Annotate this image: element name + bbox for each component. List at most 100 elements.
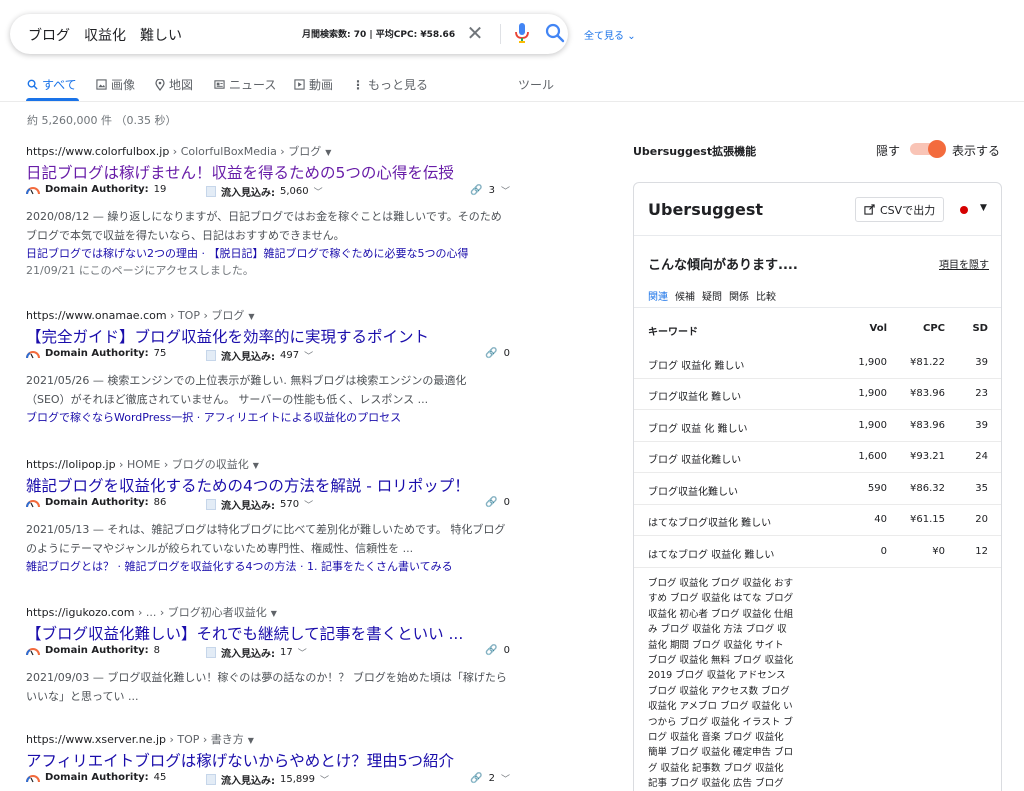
backlinks[interactable]: 🔗 0	[485, 348, 510, 359]
vol-cell: 1,900	[858, 420, 887, 431]
tab-news[interactable]: ニュース	[214, 76, 276, 93]
da-value: 86	[153, 497, 167, 508]
keyword-subtabs: 関連 候補 疑問 関係 比較	[648, 288, 776, 303]
sd-cell: 23	[975, 388, 988, 399]
result-sitelinks[interactable]: ブログで稼ぐならWordPress一択 · アフィリエイトによる収益化のプロセス	[26, 409, 518, 427]
traffic-estimate[interactable]: 流入見込み: 570 ﹀	[206, 497, 313, 512]
traffic-estimate[interactable]: 流入見込み: 15,899 ﹀	[206, 772, 329, 787]
snippet-line: ブログで本気で収益を得たいなら、日記はおすすめできません。	[26, 229, 345, 242]
tab-images[interactable]: 画像	[96, 76, 135, 93]
traffic-chart-icon	[206, 774, 216, 785]
extension-title: Ubersuggest拡張機能	[633, 145, 757, 158]
gauge-icon	[26, 350, 40, 358]
keyword-cell: ブログ収益化難しい	[648, 487, 738, 498]
backlinks[interactable]: 🔗 2 ﹀	[470, 772, 510, 785]
col-header-vol: Vol	[869, 323, 888, 334]
clear-icon[interactable]: ✕	[465, 23, 485, 43]
dropdown-arrow-icon[interactable]: ▼	[980, 203, 987, 213]
result-title[interactable]: 【ブログ収益化難しい】それでも継続して記事を書くといい ...	[26, 622, 518, 644]
result-snippet: 2020/08/12 — 繰り返しになりますが、日記ブログではお金を稼ぐことは難…	[26, 207, 518, 245]
caret-down-icon[interactable]: ▼	[325, 148, 331, 157]
result-title[interactable]: 雑記ブログを収益化するための4つの方法を解説 - ロリポップ！	[26, 474, 518, 496]
caret-down-icon[interactable]: ▼	[271, 609, 277, 618]
subtab-questions[interactable]: 疑問	[702, 288, 722, 303]
chevron-down-icon: ﹀	[304, 352, 314, 362]
traffic-estimate[interactable]: 流入見込み: 5,060 ﹀	[206, 184, 323, 199]
result-url[interactable]: https://www.xserver.ne.jp › TOP › 書き方 ▼	[26, 731, 518, 747]
tab-more[interactable]: ⋮ もっと見る	[352, 76, 428, 93]
search-input[interactable]: ブログ 収益化 難しい	[28, 25, 182, 45]
traffic-value: 17	[280, 647, 293, 658]
subtab-prepositions[interactable]: 関係	[729, 288, 749, 303]
caret-down-icon[interactable]: ▼	[253, 461, 259, 470]
keyword-row[interactable]: はてなブログ収益化 難しい 40 ¥61.15 20	[634, 505, 1001, 536]
sd-cell: 39	[975, 420, 988, 431]
traffic-estimate[interactable]: 流入見込み: 17 ﹀	[206, 645, 307, 660]
da-label: Domain Authority:	[45, 645, 149, 656]
tab-images-label: 画像	[111, 78, 136, 92]
da-value: 8	[153, 645, 161, 656]
keyword-row[interactable]: ブログ収益化難しい 590 ¥86.32 35	[634, 474, 1001, 505]
keyword-row[interactable]: ブログ 収益 化 難しい 1,900 ¥83.96 39	[634, 411, 1001, 442]
result-title[interactable]: 日記ブログは稼げません！収益を得るための5つの心得を伝授	[26, 161, 518, 183]
tab-more-label: もっと見る	[368, 78, 429, 92]
traffic-label: 流入見込み:	[221, 501, 275, 512]
microphone-icon[interactable]	[512, 22, 532, 44]
see-all-link[interactable]: 全て見る ⌄	[584, 27, 636, 42]
ubersuggest-logo: Ubersuggest	[648, 200, 764, 219]
caret-down-icon[interactable]: ▼	[248, 736, 254, 745]
search-icon[interactable]	[544, 22, 566, 44]
visited-note: 21/09/21 にこのページにアクセスしました。	[26, 264, 254, 277]
traffic-estimate[interactable]: 流入見込み: 497 ﹀	[206, 348, 313, 363]
tab-tools[interactable]: ツール	[518, 76, 554, 93]
trend-title: こんな傾向があります....	[648, 258, 798, 273]
keyword-cloud: ブログ 収益化 ブログ 収益化 おすすめ ブログ 収益化 はてな ブログ 収益化…	[648, 578, 794, 790]
da-label: Domain Authority:	[45, 772, 149, 783]
snippet-line: 2021/05/26 — 検索エンジンでの上位表示が難しい. 無料ブログは検索エ…	[26, 374, 467, 387]
domain-authority: Domain Authority: 86	[26, 497, 166, 508]
backlinks[interactable]: 🔗 0	[485, 497, 510, 508]
result-domain: https://www.onamae.com	[26, 309, 167, 322]
keyword-row[interactable]: ブログ 収益化 難しい 1,900 ¥81.22 39	[634, 348, 1001, 379]
result-url[interactable]: https://www.onamae.com › TOP › ブログ ▼	[26, 307, 518, 323]
show-label[interactable]: 表示する	[952, 142, 1000, 159]
search-bar[interactable]: ブログ 収益化 難しい 月間検索数: 70 | 平均CPC: ¥58.66 ✕	[10, 14, 568, 54]
result-url[interactable]: https://lolipop.jp › HOME › ブログの収益化 ▼	[26, 456, 518, 472]
csv-export-button[interactable]: CSVで出力	[855, 197, 945, 222]
sd-cell: 35	[975, 483, 988, 494]
keyword-row[interactable]: ブログ 収益化難しい 1,600 ¥93.21 24	[634, 442, 1001, 473]
visibility-toggle[interactable]	[910, 140, 946, 158]
result-sitelinks[interactable]: 日記ブログでは稼げない2つの理由 · 【脱日記】雑記ブログで稼ぐために必要な5つ…	[26, 245, 518, 263]
result-domain: https://www.colorfulbox.jp	[26, 145, 170, 158]
domain-authority: Domain Authority: 45	[26, 772, 166, 783]
traffic-chart-icon	[206, 647, 216, 658]
result-title[interactable]: アフィリエイトブログは稼げないからやめとけ？理由5つ紹介	[26, 749, 518, 771]
tab-all[interactable]: すべて	[27, 76, 77, 93]
tab-videos[interactable]: 動画	[294, 76, 333, 93]
caret-down-icon[interactable]: ▼	[248, 312, 254, 321]
ubersuggest-panel: Ubersuggest CSVで出力 ▼ こんな傾向があります.... 項目を隠…	[633, 182, 1002, 791]
result-url[interactable]: https://igukozo.com › ... › ブログ初心者収益化 ▼	[26, 604, 518, 620]
result-url[interactable]: https://www.colorfulbox.jp › ColorfulBox…	[26, 143, 518, 159]
hide-label[interactable]: 隠す	[876, 142, 900, 159]
da-label: Domain Authority:	[45, 348, 149, 359]
tabs-divider	[0, 101, 1024, 102]
backlinks[interactable]: 🔗 0	[485, 645, 510, 656]
subtab-comparisons[interactable]: 比較	[756, 288, 776, 303]
subtab-suggest[interactable]: 候補	[675, 288, 695, 303]
result-sitelinks[interactable]: 雑記ブログとは？ · 雑記ブログを収益化する4つの方法 · 1. 記事をたくさん…	[26, 558, 518, 576]
result-title[interactable]: 【完全ガイド】ブログ収益化を効率的に実現するポイント	[26, 325, 518, 347]
tab-videos-label: 動画	[309, 78, 334, 92]
sd-cell: 20	[975, 514, 988, 525]
link-icon: 🔗	[485, 497, 498, 508]
traffic-label: 流入見込み:	[221, 649, 275, 660]
keyword-row[interactable]: ブログ収益化 難しい 1,900 ¥83.96 23	[634, 379, 1001, 410]
traffic-label: 流入見込み:	[221, 188, 275, 199]
keyword-row[interactable]: はてなブログ 収益化 難しい 0 ¥0 12	[634, 537, 1001, 568]
subtab-related[interactable]: 関連	[648, 288, 668, 303]
tab-maps[interactable]: 地図	[155, 76, 193, 93]
hide-items-link[interactable]: 項目を隠す	[939, 256, 989, 271]
backlinks-value: 0	[503, 348, 510, 359]
video-icon	[294, 79, 305, 90]
backlinks[interactable]: 🔗 3 ﹀	[470, 184, 510, 197]
